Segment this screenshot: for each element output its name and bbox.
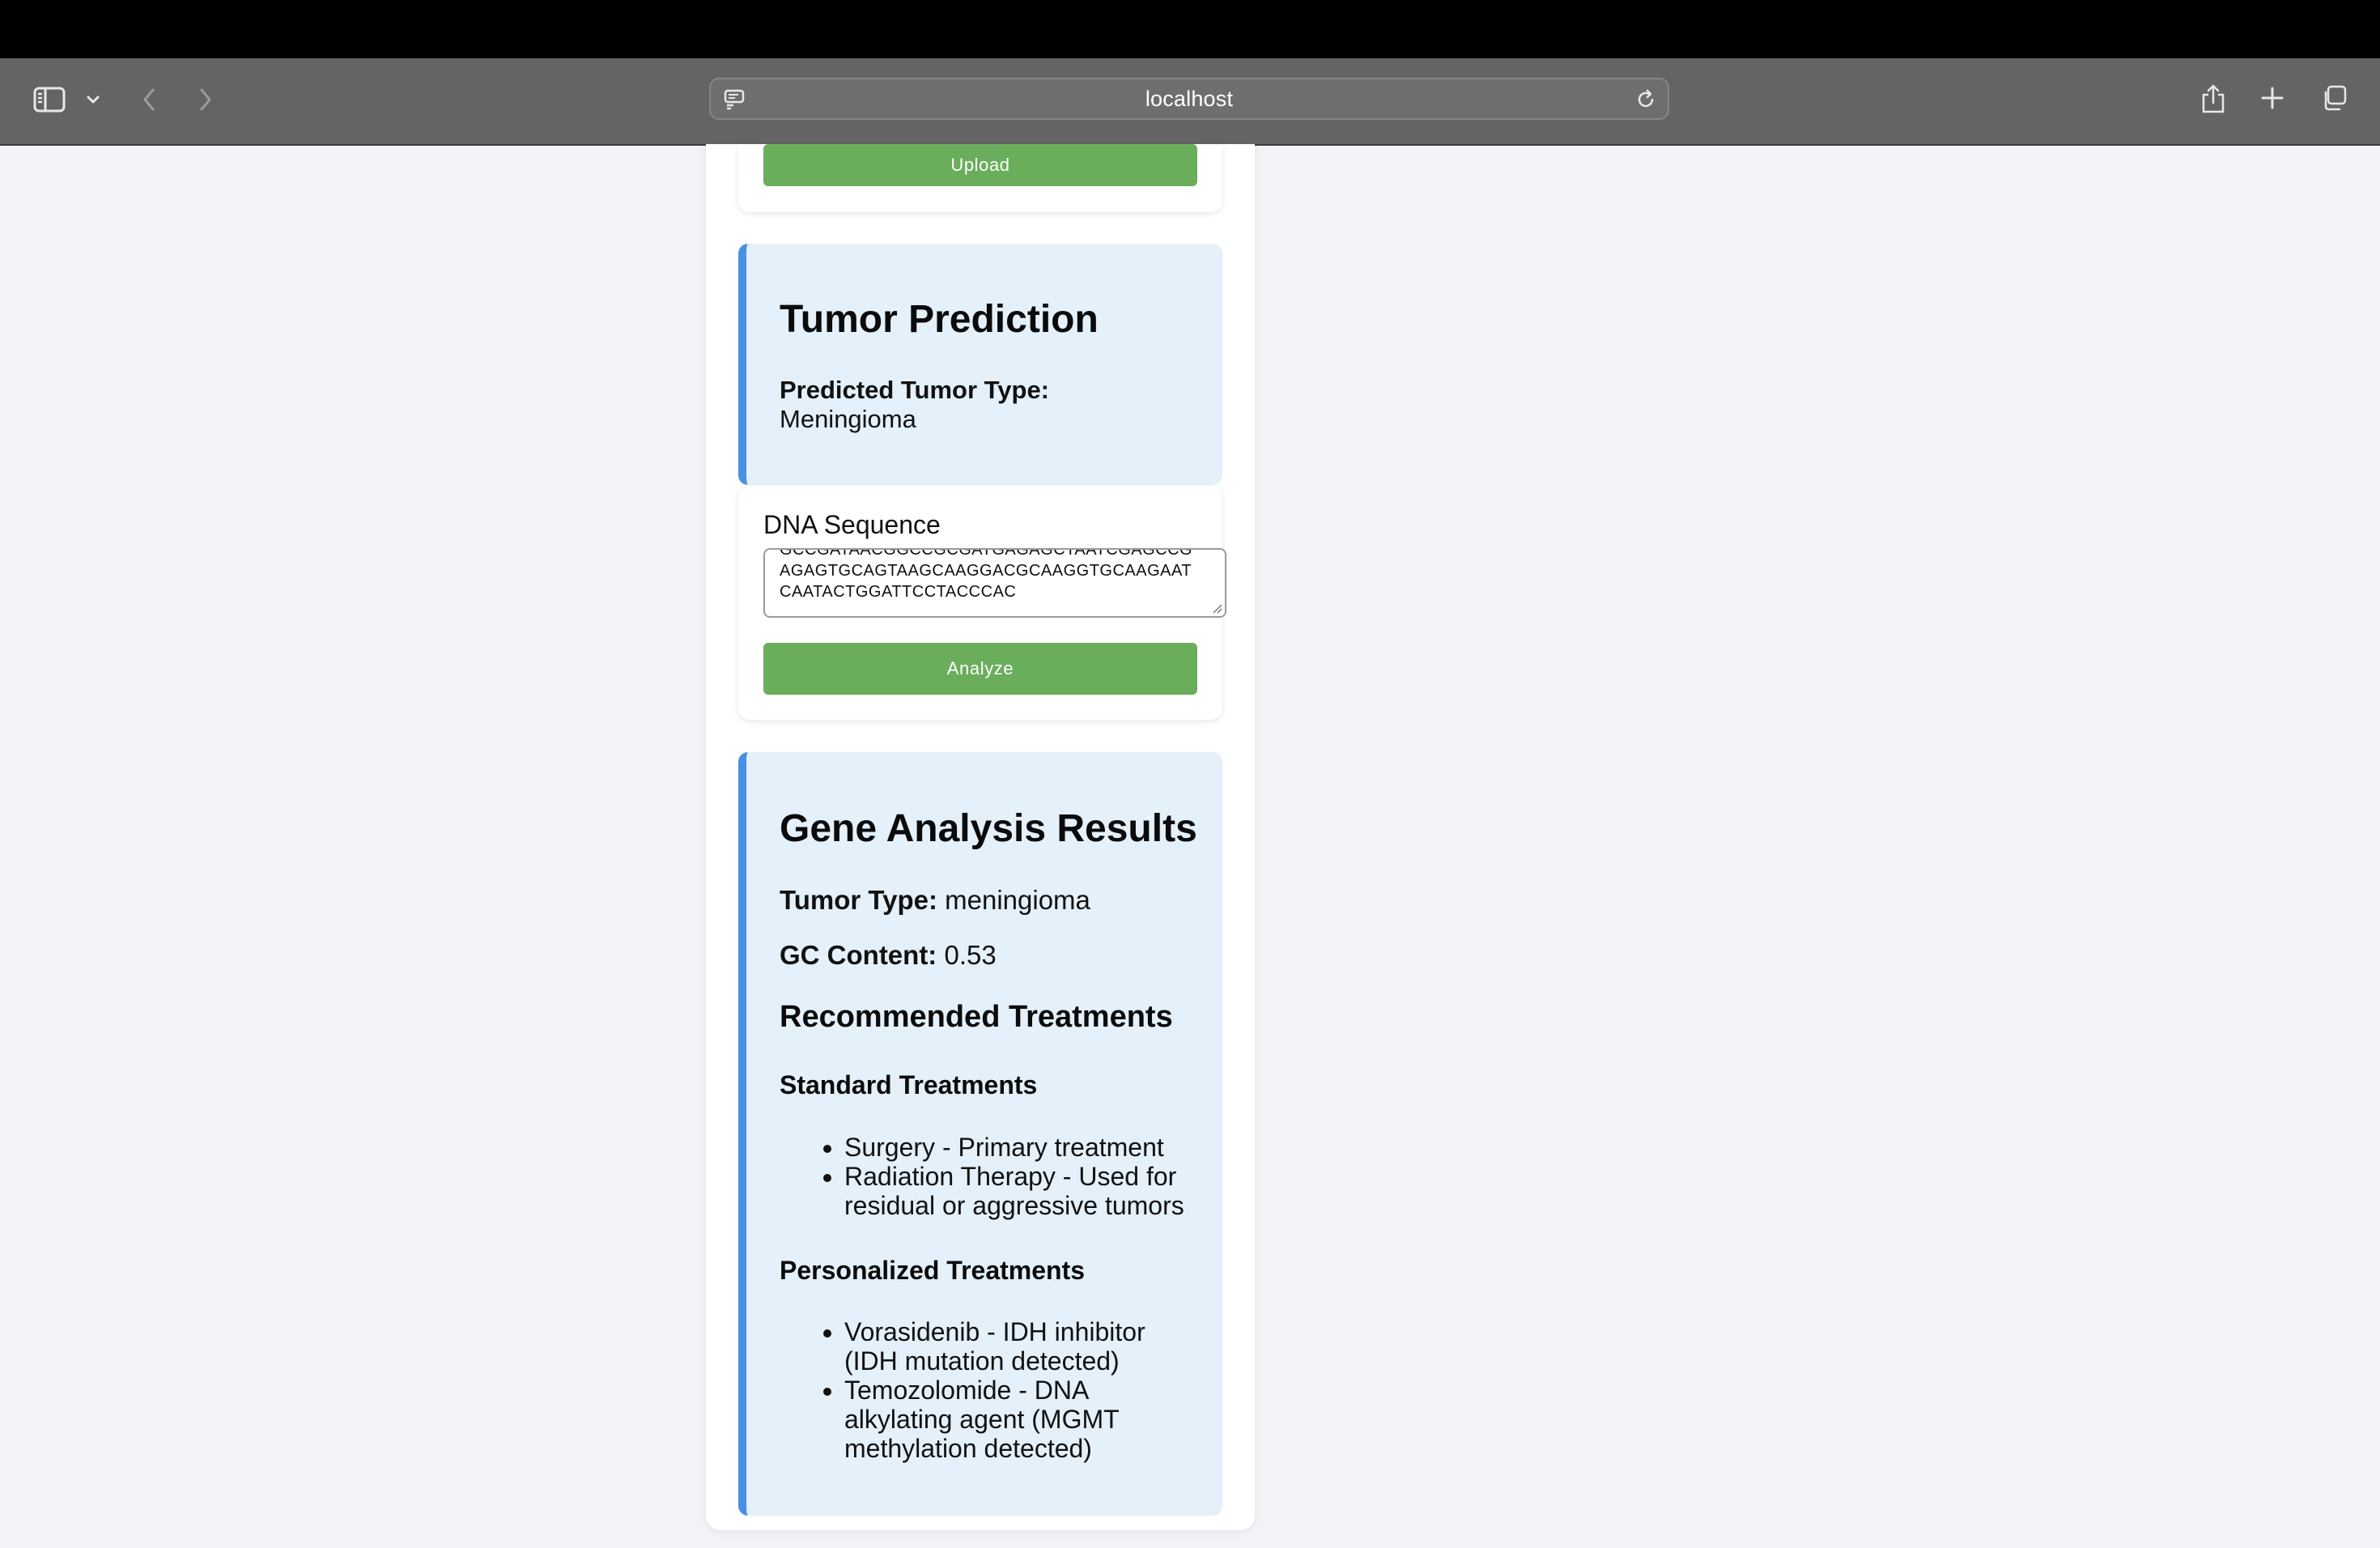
reload-icon[interactable] xyxy=(1634,87,1658,112)
dna-sequence-text: GCCGATAACGGCCGCGATGAGAGCTAATCGAGCCG AGAG… xyxy=(780,548,1193,601)
back-icon[interactable] xyxy=(136,84,162,115)
analyze-button[interactable]: Analyze xyxy=(763,643,1197,695)
new-tab-icon[interactable] xyxy=(2259,84,2286,112)
recommended-treatments-heading: Recommended Treatments xyxy=(780,1000,1173,1034)
prediction-title: Tumor Prediction xyxy=(780,298,1099,341)
list-item: Temozolomide - DNA alkylating agent (MGM… xyxy=(844,1376,1201,1463)
tab-overview-icon[interactable] xyxy=(2318,83,2349,113)
sidebar-toggle-icon[interactable] xyxy=(31,83,68,116)
gene-analysis-card: Gene Analysis Results Tumor Type: mening… xyxy=(738,752,1222,1516)
share-icon[interactable] xyxy=(2199,81,2228,117)
personalized-treatments-list: Vorasidenib - IDH inhibitor (IDH mutatio… xyxy=(780,1317,1201,1463)
predicted-type-label: Predicted Tumor Type: xyxy=(780,376,1050,404)
standard-treatments-list: Surgery - Primary treatment Radiation Th… xyxy=(780,1133,1201,1220)
chevron-down-icon[interactable] xyxy=(83,89,104,110)
address-bar[interactable]: localhost xyxy=(709,78,1669,120)
url-text: localhost xyxy=(1145,86,1234,111)
list-item: Surgery - Primary treatment xyxy=(844,1133,1201,1162)
dna-sequence-input[interactable]: GCCGATAACGGCCGCGATGAGAGCTAATCGAGCCG AGAG… xyxy=(763,548,1226,618)
results-title: Gene Analysis Results xyxy=(780,807,1197,850)
browser-toolbar: localhost xyxy=(0,58,2380,146)
dna-sequence-label: DNA Sequence xyxy=(763,510,941,539)
personalized-treatments-heading: Personalized Treatments xyxy=(780,1256,1086,1285)
upload-button[interactable]: Upload xyxy=(763,144,1197,186)
standard-treatments-heading: Standard Treatments xyxy=(780,1070,1038,1099)
forward-icon[interactable] xyxy=(193,84,219,115)
list-item: Vorasidenib - IDH inhibitor (IDH mutatio… xyxy=(844,1317,1201,1376)
screen-top-bar xyxy=(0,0,2380,58)
list-item: Radiation Therapy - Used for residual or… xyxy=(844,1162,1201,1220)
tumor-prediction-card: Tumor Prediction Predicted Tumor Type: M… xyxy=(738,244,1222,485)
predicted-type-value: Meningioma xyxy=(780,405,916,433)
resize-handle-icon[interactable] xyxy=(1211,602,1222,614)
tumor-type-row: Tumor Type: meningioma xyxy=(780,885,1090,915)
gc-content-row: GC Content: 0.53 xyxy=(780,940,997,970)
